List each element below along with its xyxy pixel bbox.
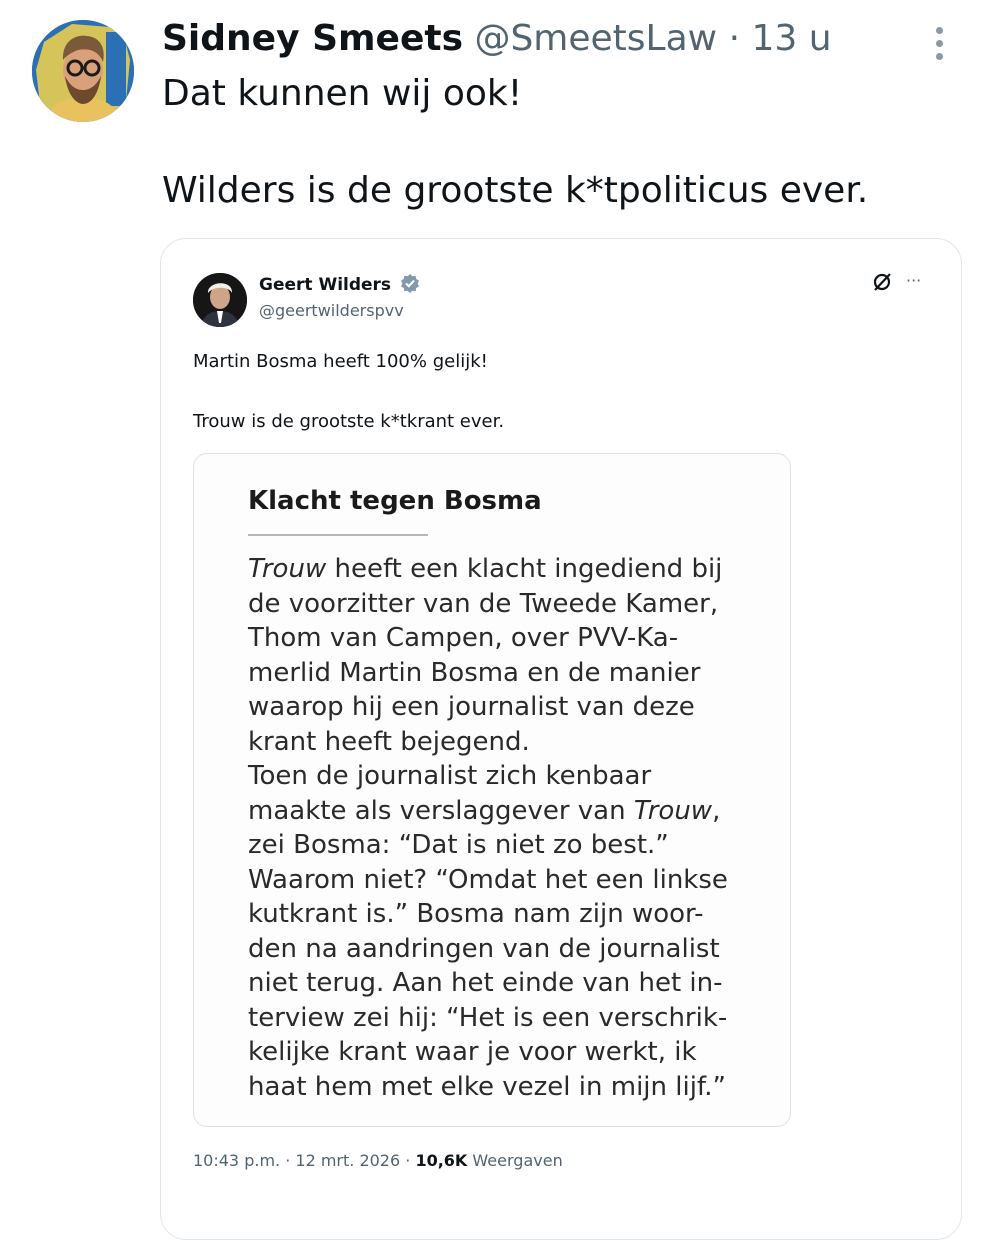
newspaper-name: Trouw [633,795,713,826]
article-line: Toen de journalist zich kenbaar [248,761,652,791]
article-line: kelijke krant waar je voor werkt, ik [248,1037,697,1067]
verified-badge-icon [400,273,420,300]
article-image[interactable]: Klacht tegen Bosma Trouw heeft een klach… [193,453,791,1127]
separator-dot: · [728,18,741,59]
article-line: maakte als verslaggever van Trouw, [248,795,721,826]
tweet-text-line: Dat kunnen wij ook! [162,73,523,114]
title-underline [248,534,428,536]
article-line: zei Bosma: “Dat is niet zo best.” [248,830,669,860]
quoted-author-row: Geert Wilders [259,273,420,300]
separator-dot: · [285,1151,291,1170]
article-line: merlid Martin Bosma en de manier [248,657,701,688]
quoted-author-handle[interactable]: @geertwilderspvv [259,301,404,320]
article-line: Trouw heeft een klacht ingediend bij [248,554,723,584]
quoted-author-name[interactable]: Geert Wilders [259,275,391,295]
article-line: kutkrant is.” Bosma nam zijn woor- [248,899,704,929]
quoted-text-line: Martin Bosma heeft 100% gelijk! [193,351,488,372]
quoted-author-avatar[interactable] [193,273,247,327]
article-title: Klacht tegen Bosma [248,486,542,516]
author-name[interactable]: Sidney Smeets [162,18,463,59]
footer-time[interactable]: 10:43 p.m. [193,1151,280,1170]
quoted-tweet-card[interactable]: Geert Wilders @geertwilderspvv ··· Marti… [160,238,962,1240]
views-count: 10,6K [415,1151,468,1170]
slashed-circle-icon[interactable] [871,271,900,296]
article-line: Thom van Campen, over PVV-Ka- [248,623,679,653]
quoted-tweet-text: Martin Bosma heeft 100% gelijk! Trouw is… [193,349,913,435]
article-line: terview zei hij: “Het is een verschrik- [248,1002,728,1033]
author-avatar[interactable] [32,20,134,122]
article-body: Trouw heeft een klacht ingediend bij de … [248,552,768,1104]
tweet-text: Dat kunnen wij ook! Wilders is de groots… [162,70,942,215]
vertical-more-icon[interactable] [924,24,954,64]
article-line: krant heeft bejegend. [248,726,530,757]
article-line: Waarom niet? “Omdat het een linkse [248,864,728,895]
tweet-text-line: Wilders is de grootste k*tpoliticus ever… [162,170,869,211]
newspaper-name: Trouw [248,554,327,584]
article-line: haat hem met elke vezel in mijn lijf.” [248,1071,726,1102]
tweet-time[interactable]: 13 u [751,18,831,59]
footer-date[interactable]: 12 mrt. 2026 [295,1151,400,1170]
horizontal-more-icon[interactable]: ··· [906,271,921,290]
article-line: den na aandringen van de journalist [248,933,720,964]
separator-dot: · [405,1151,411,1170]
article-line: niet terug. Aan het einde van het in- [248,968,723,998]
quoted-text-line: Trouw is de grootste k*tkrant ever. [193,411,505,432]
article-line: de voorzitter van de Tweede Kamer, [248,588,719,619]
views-label: Weergaven [472,1151,563,1170]
quoted-tweet-footer: 10:43 p.m. · 12 mrt. 2026 · 10,6K Weerga… [193,1151,563,1170]
author-handle[interactable]: @SmeetsLaw [474,18,717,59]
quoted-tweet-menu: ··· [871,271,921,296]
tweet-header: Sidney Smeets @SmeetsLaw · 13 u [162,16,832,62]
article-line: waarop hij een journalist van deze [248,692,695,722]
